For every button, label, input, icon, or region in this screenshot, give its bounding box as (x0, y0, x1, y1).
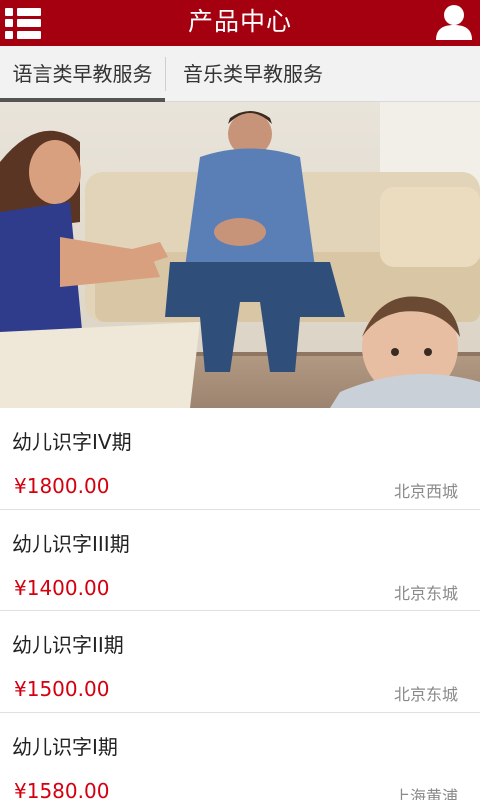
product-location: 上海黄浦 (393, 786, 458, 800)
list-item[interactable]: 幼儿识字I期 ¥1580.00 上海黄浦 (0, 713, 480, 800)
product-name: 幼儿识字III期 (12, 531, 130, 556)
product-location: 北京东城 (393, 583, 458, 603)
product-location: 北京东城 (393, 685, 458, 704)
app-header: 产品中心 (0, 0, 480, 46)
product-name: 幼儿识字IV期 (12, 430, 132, 454)
tab-language[interactable]: 语言类早教服务 (0, 46, 165, 102)
user-icon (436, 5, 472, 40)
page-title: 产品中心 (187, 7, 292, 36)
product-list: 幼儿识字IV期 ¥1800.00 北京西城 幼儿识字III期 ¥1400.00 … (0, 408, 480, 800)
product-name: 幼儿识字I期 (12, 734, 118, 759)
list-item[interactable]: 幼儿识字III期 ¥1400.00 北京东城 (0, 510, 480, 611)
tab-music[interactable]: 音乐类早教服务 (166, 46, 340, 102)
banner-image (0, 102, 480, 408)
product-price: ¥1500.00 (14, 677, 110, 701)
category-tabs: 语言类早教服务 音乐类早教服务 (0, 46, 480, 102)
product-price: ¥1580.00 (14, 778, 110, 800)
product-price: ¥1800.00 (14, 474, 110, 498)
product-price: ¥1400.00 (14, 575, 110, 600)
user-button[interactable] (428, 0, 480, 46)
product-name: 幼儿识字II期 (12, 633, 124, 657)
list-item[interactable]: 幼儿识字II期 ¥1500.00 北京东城 (0, 611, 480, 713)
banner-carousel[interactable] (0, 102, 480, 408)
product-location: 北京西城 (393, 482, 458, 501)
list-item[interactable]: 幼儿识字IV期 ¥1800.00 北京西城 (0, 408, 480, 510)
